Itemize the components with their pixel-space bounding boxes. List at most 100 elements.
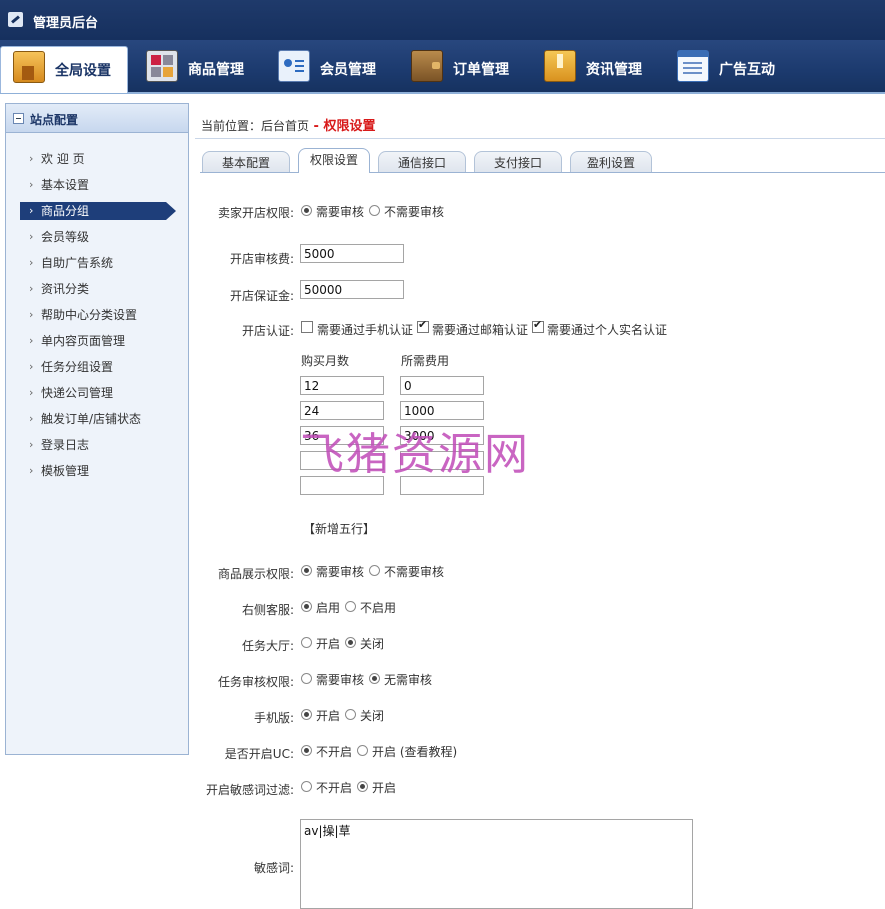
nav-label: 广告互动 — [719, 62, 775, 78]
sensitive-words-label: 敏感词: — [253, 861, 294, 875]
sidebar-item-single-page[interactable]: › 单内容页面管理 — [6, 328, 188, 354]
home-panel-icon — [13, 51, 45, 83]
nav-label: 资讯管理 — [586, 62, 642, 78]
months-input[interactable] — [300, 376, 384, 395]
nav-label: 订单管理 — [453, 62, 509, 78]
task-hall-open-radio[interactable] — [301, 637, 312, 648]
sidebar-item-label: 单内容页面管理 — [41, 334, 126, 348]
service-disable-radio[interactable] — [345, 601, 356, 612]
sidebar-item-label: 登录日志 — [41, 438, 90, 452]
chevron-right-icon: › — [29, 438, 34, 451]
tab-basic-config[interactable]: 基本配置 — [202, 151, 290, 172]
deposit-input[interactable] — [300, 280, 404, 299]
sidebar-header[interactable]: 站点配置 — [6, 104, 188, 133]
mobile-open-radio[interactable] — [301, 709, 312, 720]
word-filter-off-radio[interactable] — [301, 781, 312, 792]
breadcrumb-separator: - — [309, 119, 324, 134]
uc-off-radio[interactable] — [301, 745, 312, 756]
email-cert-checkbox[interactable] — [417, 318, 429, 333]
sidebar-item-login-log[interactable]: › 登录日志 — [6, 432, 188, 458]
sidebar-item-label: 快递公司管理 — [41, 386, 114, 400]
watermark: 飞猪资源网 — [300, 429, 530, 480]
sensitive-words-textarea[interactable]: av|操|草 — [300, 819, 693, 909]
realname-cert-checkbox[interactable] — [532, 318, 544, 333]
nav-members[interactable]: 会员管理 — [278, 46, 388, 92]
option-label: 不开启 — [316, 781, 353, 795]
sidebar-item-member-level[interactable]: › 会员等级 — [6, 224, 188, 250]
tab-profit[interactable]: 盈利设置 — [570, 151, 652, 172]
task-hall-close-radio[interactable] — [345, 637, 356, 648]
audit-fee-input[interactable] — [300, 244, 404, 263]
sidebar-item-welcome[interactable]: › 欢 迎 页 — [6, 146, 188, 172]
task-hall-label: 任务大厅: — [241, 639, 294, 653]
nav-ads[interactable]: 广告互动 — [677, 46, 787, 92]
sidebar-item-task-group[interactable]: › 任务分组设置 — [6, 354, 188, 380]
fee-input[interactable] — [400, 376, 484, 395]
option-label: 需要审核 — [316, 565, 365, 579]
uc-on-radio[interactable] — [357, 745, 368, 756]
tab-payment[interactable]: 支付接口 — [474, 151, 562, 172]
phone-cert-checkbox[interactable] — [301, 321, 313, 333]
collapse-icon[interactable] — [13, 113, 24, 124]
sidebar: 站点配置 › 欢 迎 页 › 基本设置 › 商品分组 › 会员等级 › 自助广告系统 › 资… — [5, 103, 189, 755]
sidebar-item-news-category[interactable]: › 资讯分类 — [6, 276, 188, 302]
option-label: 无需审核 — [384, 673, 433, 687]
option-label: 需要审核 — [316, 205, 365, 219]
audit-fee-label: 开店审核费: — [229, 252, 294, 266]
option-label: 不开启 — [316, 745, 353, 759]
option-label: 开启 — [316, 709, 341, 723]
sidebar-item-template[interactable]: › 模板管理 — [6, 458, 188, 484]
service-enable-radio[interactable] — [301, 601, 312, 612]
main-nav: 全局设置 商品管理 会员管理 订单管理 资讯管理 广告互动 — [0, 40, 885, 94]
mobile-close-radio[interactable] — [345, 709, 356, 720]
fee-column-header: 所需费用 — [401, 354, 450, 368]
breadcrumb-home-link[interactable]: 后台首页 — [261, 119, 309, 133]
uc-on-with-tutorial-link[interactable]: 开启 (查看教程) — [372, 743, 457, 760]
breadcrumb: 当前位置：后台首页 - 权限设置 — [201, 115, 376, 134]
nav-global-settings[interactable]: 全局设置 — [0, 46, 128, 93]
goods-show-audit-radio[interactable] — [301, 565, 312, 576]
add-five-rows-link[interactable]: 【新增五行】 — [303, 520, 375, 537]
sidebar-item-label: 基本设置 — [41, 178, 90, 192]
word-filter-on-radio[interactable] — [357, 781, 368, 792]
top-bar: 管理员后台 — [0, 0, 885, 40]
sidebar-item-trigger-status[interactable]: › 触发订单/店铺状态 — [6, 406, 188, 432]
goods-show-no-audit-radio[interactable] — [369, 565, 380, 576]
sidebar-item-goods-group[interactable]: › 商品分组 — [6, 198, 188, 224]
sidebar-item-label: 会员等级 — [41, 230, 90, 244]
service-label: 右侧客服: — [241, 603, 294, 617]
chevron-right-icon: › — [29, 282, 34, 295]
nav-label: 商品管理 — [188, 62, 244, 78]
nav-news[interactable]: 资讯管理 — [544, 46, 654, 92]
chevron-right-icon: › — [29, 334, 34, 347]
settings-tabs: 基本配置 权限设置 通信接口 支付接口 盈利设置 — [200, 148, 885, 173]
sidebar-item-help-category[interactable]: › 帮助中心分类设置 — [6, 302, 188, 328]
tab-communication[interactable]: 通信接口 — [378, 151, 466, 172]
nav-goods[interactable]: 商品管理 — [146, 46, 256, 92]
task-audit-none-radio[interactable] — [369, 673, 380, 684]
task-audit-required-radio[interactable] — [301, 673, 312, 684]
chevron-right-icon: › — [29, 386, 34, 399]
shop-open-label: 卖家开店权限: — [217, 206, 294, 220]
sidebar-item-label: 模板管理 — [41, 464, 90, 478]
nav-label: 全局设置 — [55, 63, 111, 79]
nav-orders[interactable]: 订单管理 — [411, 46, 521, 92]
option-label: 关闭 — [360, 637, 385, 651]
sidebar-item-basic[interactable]: › 基本设置 — [6, 172, 188, 198]
sidebar-item-self-ads[interactable]: › 自助广告系统 — [6, 250, 188, 276]
member-card-icon — [278, 50, 310, 82]
chevron-right-icon: › — [29, 412, 34, 425]
mobile-label: 手机版: — [253, 711, 294, 725]
task-audit-label: 任务审核权限: — [217, 675, 294, 689]
option-label: 需要通过手机认证 — [317, 323, 414, 337]
option-label: 开启 — [316, 637, 341, 651]
sidebar-title: 站点配置 — [30, 113, 79, 127]
sidebar-item-express[interactable]: › 快递公司管理 — [6, 380, 188, 406]
shop-open-no-audit-radio[interactable] — [369, 205, 380, 216]
breadcrumb-prefix: 当前位置： — [201, 119, 262, 133]
tab-permissions[interactable]: 权限设置 — [298, 148, 370, 173]
shop-open-audit-radio[interactable] — [301, 205, 312, 216]
chevron-right-icon: › — [29, 152, 34, 165]
option-label: 不需要审核 — [384, 565, 445, 579]
grid-icon — [146, 50, 178, 82]
